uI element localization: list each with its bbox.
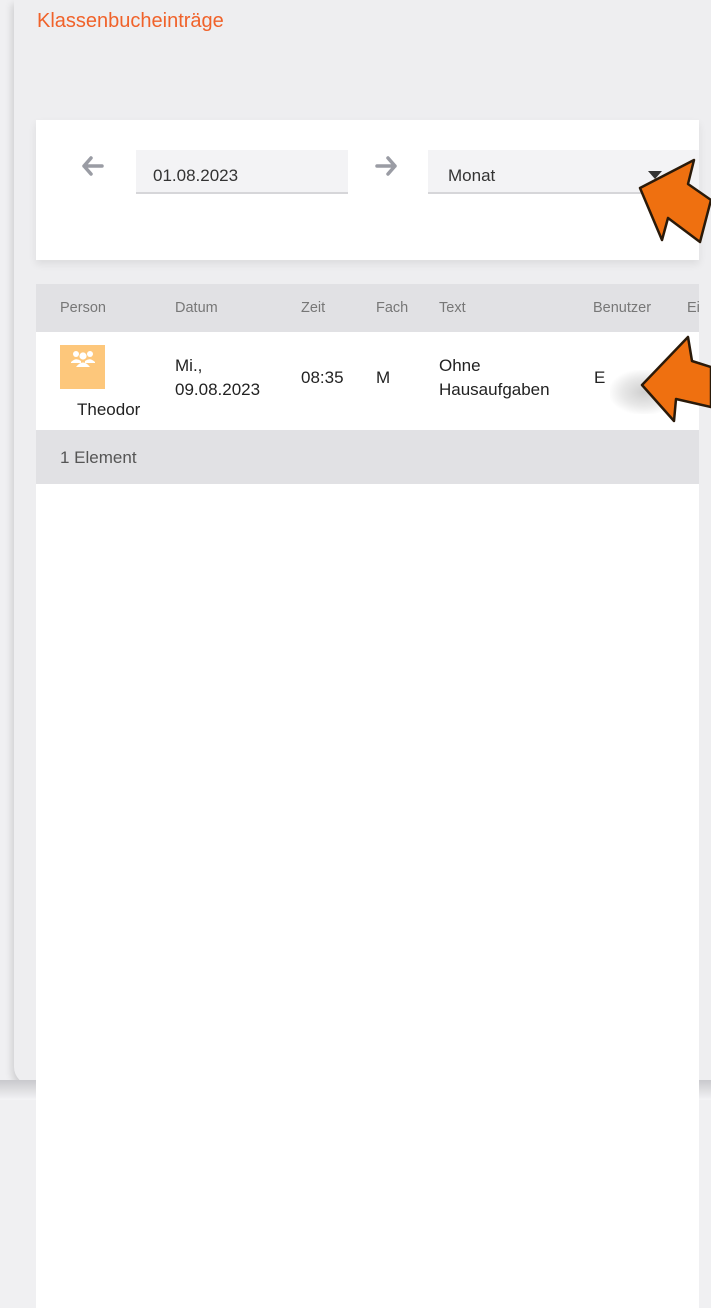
- entry-text-line1: Ohne: [439, 356, 481, 375]
- column-header-user[interactable]: Benutzer: [593, 300, 651, 316]
- table-row[interactable]: Theodor Mi., 09.08.2023 08:35 M Ohne Hau…: [36, 332, 699, 430]
- annotation-arrow-icon: [640, 335, 711, 423]
- column-header-person[interactable]: Person: [60, 300, 106, 316]
- entry-weekday: Mi.,: [175, 356, 203, 375]
- arrow-left-icon: [82, 156, 104, 176]
- table-footer: 1 Element: [36, 430, 699, 484]
- column-header-date[interactable]: Datum: [175, 300, 218, 316]
- column-header-time[interactable]: Zeit: [301, 300, 325, 316]
- person-avatar: [60, 345, 105, 389]
- annotation-arrow-icon: [638, 158, 711, 244]
- element-count: 1 Element: [60, 448, 137, 467]
- column-header-truncated[interactable]: Ei: [687, 300, 699, 316]
- entry-subject: M: [376, 368, 391, 387]
- entry-user: E: [594, 368, 606, 387]
- table-header: Person Datum Zeit Fach Text Benutzer Ei: [36, 284, 699, 332]
- date-filter-card: 01.08.2023 Monat: [36, 120, 699, 260]
- person-name: Theodor: [77, 400, 141, 419]
- column-header-subject[interactable]: Fach: [376, 300, 408, 316]
- period-select-value: Monat: [448, 166, 496, 185]
- arrow-right-icon: [375, 156, 397, 176]
- date-field[interactable]: 01.08.2023: [136, 150, 348, 194]
- entries-table: Person Datum Zeit Fach Text Benutzer Ei …: [36, 284, 699, 1308]
- column-header-text[interactable]: Text: [439, 300, 466, 316]
- entry-date: 09.08.2023: [175, 380, 261, 399]
- page-title: Klassenbucheinträge: [37, 10, 224, 32]
- previous-period-button[interactable]: [81, 155, 105, 177]
- entry-text-line2: Hausaufgaben: [439, 380, 550, 399]
- entry-time: 08:35: [301, 368, 344, 387]
- group-icon: [70, 351, 95, 367]
- next-period-button[interactable]: [374, 155, 398, 177]
